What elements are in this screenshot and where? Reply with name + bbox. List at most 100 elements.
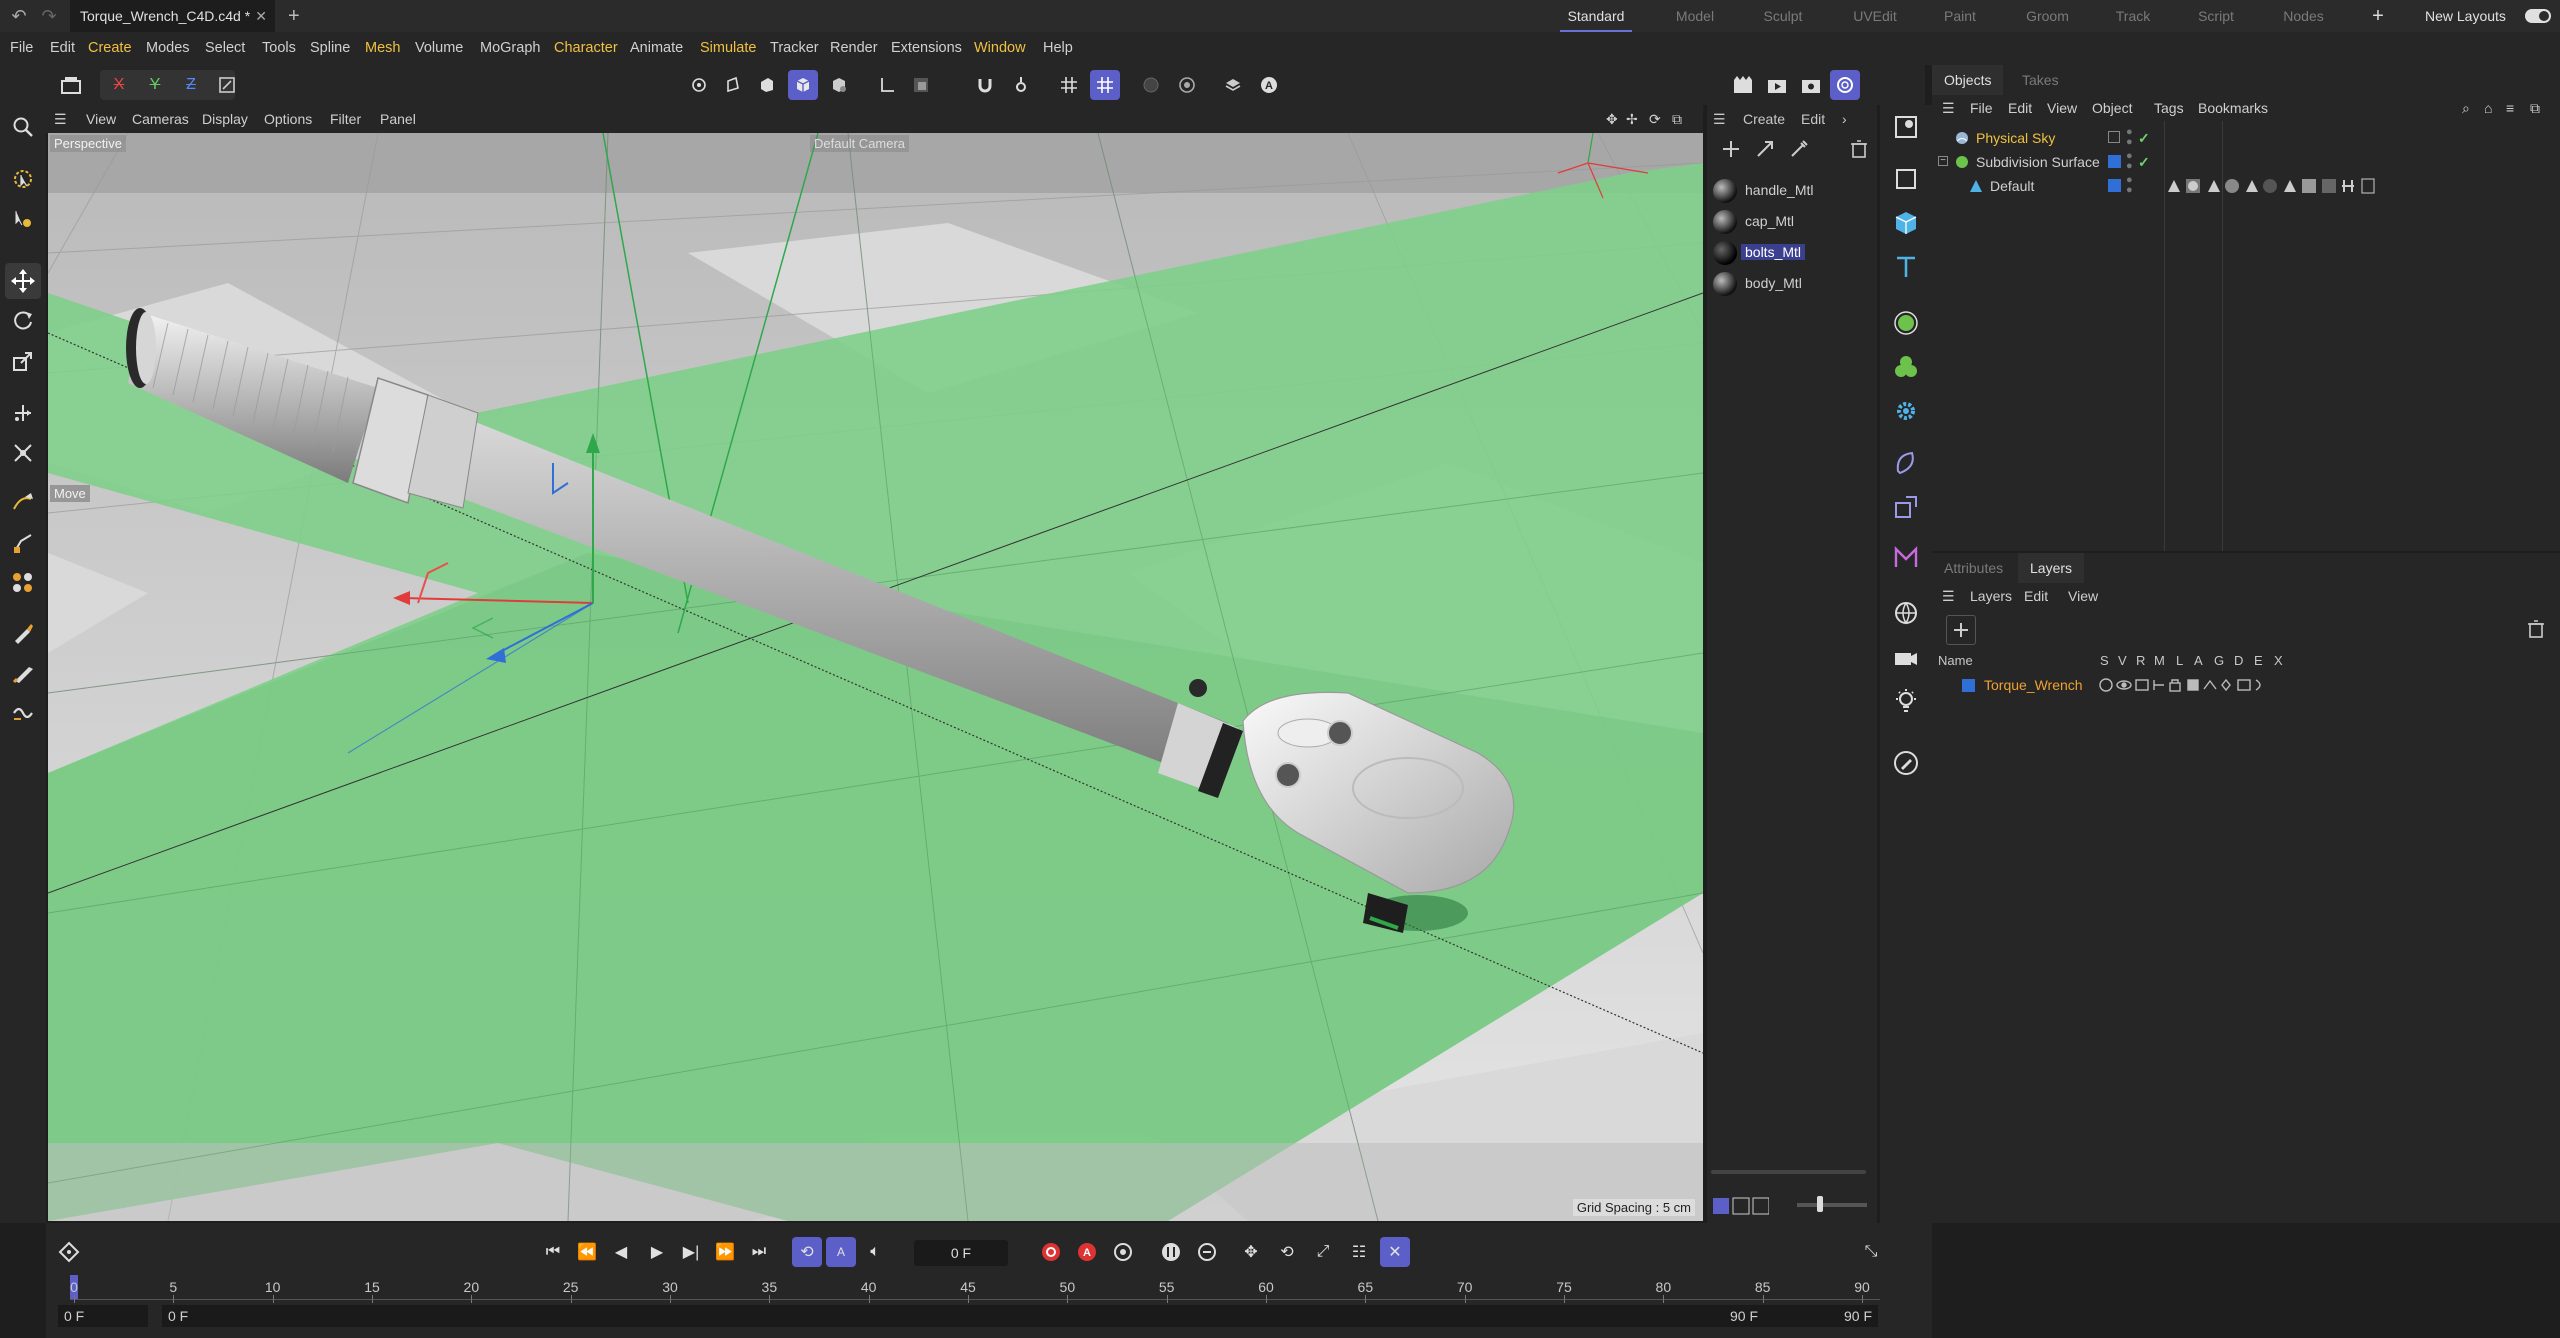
- character-icon[interactable]: [1888, 539, 1924, 575]
- layer-color-swatch[interactable]: [1962, 679, 1975, 692]
- generators-icon[interactable]: [5, 565, 41, 601]
- close-icon[interactable]: ✕: [255, 0, 267, 32]
- render-region-icon[interactable]: [1136, 70, 1166, 100]
- trash-icon[interactable]: [2526, 619, 2546, 639]
- dope-sheet-icon[interactable]: [1192, 1237, 1222, 1267]
- menu-modes[interactable]: Modes: [146, 32, 190, 65]
- enabled-check-icon[interactable]: ✓: [2138, 150, 2150, 174]
- sculpt-icon[interactable]: [5, 695, 41, 731]
- preview-range-end[interactable]: 90 F: [1730, 1305, 1758, 1327]
- object-hamburger-icon[interactable]: ☰: [1942, 95, 1955, 121]
- layer-swatch[interactable]: [2108, 155, 2121, 168]
- menu-mograph[interactable]: MoGraph: [480, 32, 540, 65]
- key-param-icon[interactable]: ☷: [1344, 1237, 1374, 1267]
- material-scrollbar[interactable]: [1711, 1170, 1866, 1174]
- z-axis-button[interactable]: Z: [176, 70, 206, 100]
- cube-object-icon[interactable]: [1888, 205, 1924, 241]
- menu-help[interactable]: Help: [1043, 32, 1073, 65]
- polygons-mode-icon[interactable]: [752, 70, 782, 100]
- axis-mode-icon[interactable]: [872, 70, 902, 100]
- text-object-icon[interactable]: [1888, 249, 1924, 285]
- object-menu-object[interactable]: Object: [2092, 95, 2132, 121]
- loop-icon[interactable]: ⟲: [792, 1237, 822, 1267]
- field-icon[interactable]: [1888, 489, 1924, 525]
- lod-icon[interactable]: [1172, 70, 1202, 100]
- layers-hamburger-icon[interactable]: ☰: [1942, 583, 1955, 609]
- effector-gear-icon[interactable]: [1888, 393, 1924, 429]
- scale-points-icon[interactable]: [5, 435, 41, 471]
- layout-tab-model[interactable]: Model: [1665, 0, 1725, 32]
- go-to-end-icon[interactable]: ⏭: [744, 1237, 774, 1267]
- layout-tab-script[interactable]: Script: [2190, 0, 2242, 32]
- add-layout-icon[interactable]: +: [2368, 0, 2388, 32]
- menu-extensions[interactable]: Extensions: [891, 32, 962, 65]
- sound-icon[interactable]: 🔈︎: [860, 1237, 890, 1267]
- cloner-icon[interactable]: [1888, 349, 1924, 385]
- object-menu-bookmarks[interactable]: Bookmarks: [2198, 95, 2268, 121]
- render-to-picture-viewer-icon[interactable]: [1762, 70, 1792, 100]
- play-icon[interactable]: ▶: [642, 1237, 672, 1267]
- object-row-subdivision-surface[interactable]: − Subdivision Surface ● ● ✓: [1932, 150, 2560, 174]
- menu-render[interactable]: Render: [830, 32, 878, 65]
- document-tab[interactable]: Torque_Wrench_C4D.c4d * ✕: [70, 0, 275, 32]
- rotate-tool-icon[interactable]: [5, 303, 41, 339]
- texture-mode-icon[interactable]: [824, 70, 854, 100]
- preview-range-start[interactable]: 0 F: [162, 1305, 1812, 1327]
- search-icon[interactable]: [5, 109, 41, 145]
- environment-icon[interactable]: [1888, 595, 1924, 631]
- knife-icon[interactable]: [5, 655, 41, 691]
- next-frame-icon[interactable]: ▶|: [676, 1237, 706, 1267]
- key-scale-icon[interactable]: ⤢: [1308, 1237, 1338, 1267]
- viewport-orbit-icon[interactable]: ⟳: [1649, 105, 1661, 133]
- camera-object-icon[interactable]: [1888, 109, 1924, 145]
- zoom-slider[interactable]: [1797, 1203, 1867, 1207]
- new-tab-icon[interactable]: +: [288, 5, 300, 28]
- layout-tab-uvedit[interactable]: UVEdit: [1840, 0, 1910, 32]
- visibility-dots[interactable]: ● ●: [2126, 151, 2133, 172]
- camera-icon[interactable]: [1888, 639, 1924, 675]
- viewport-pan-icon[interactable]: ✥: [1606, 105, 1618, 133]
- snap-settings-icon[interactable]: [1006, 70, 1036, 100]
- link-icon[interactable]: [1755, 139, 1775, 159]
- x-axis-button[interactable]: X: [104, 70, 134, 100]
- trash-icon[interactable]: [1849, 139, 1869, 159]
- menu-animate[interactable]: Animate: [630, 32, 683, 65]
- search-icon[interactable]: ⌕: [2462, 95, 2470, 121]
- workplane-icon[interactable]: [1090, 70, 1120, 100]
- snap-magnet-icon[interactable]: [970, 70, 1000, 100]
- go-to-start-icon[interactable]: ⏮: [538, 1237, 568, 1267]
- menu-create[interactable]: Create: [88, 32, 132, 65]
- chevron-right-icon[interactable]: ›: [1842, 105, 1847, 133]
- coordinate-system-icon[interactable]: [56, 70, 86, 100]
- layout-tab-nodes[interactable]: Nodes: [2276, 0, 2331, 32]
- motion-record-icon[interactable]: [1156, 1237, 1186, 1267]
- material-tags[interactable]: [2164, 176, 2424, 196]
- viewport-menu-filter[interactable]: Filter: [330, 105, 361, 133]
- 3d-viewport[interactable]: Perspective Default Camera Move Grid Spa…: [48, 133, 1703, 1221]
- menu-spline[interactable]: Spline: [310, 32, 350, 65]
- tab-takes[interactable]: Takes: [2010, 65, 2071, 95]
- current-frame-field[interactable]: 0 F: [914, 1240, 1008, 1266]
- home-icon[interactable]: ⌂: [2484, 95, 2492, 121]
- layer-swatch[interactable]: [2108, 179, 2121, 192]
- viewport-menu-panel[interactable]: Panel: [380, 105, 416, 133]
- material-item[interactable]: handle_Mtl: [1707, 175, 1877, 205]
- viewport-menu-view[interactable]: View: [86, 105, 116, 133]
- layers-menu-layers[interactable]: Layers: [1970, 583, 2012, 609]
- plane-object-icon[interactable]: [1888, 161, 1924, 197]
- menu-tools[interactable]: Tools: [262, 32, 296, 65]
- layer-swatch[interactable]: [2108, 131, 2120, 143]
- key-position-icon[interactable]: ✥: [1236, 1237, 1266, 1267]
- start-frame-field[interactable]: 0 F: [58, 1305, 148, 1327]
- object-menu-edit[interactable]: Edit: [2008, 95, 2032, 121]
- visibility-dots[interactable]: ● ●: [2126, 175, 2133, 196]
- end-frame-field[interactable]: 90 F: [1788, 1305, 1878, 1327]
- layout-tab-standard[interactable]: Standard: [1560, 0, 1632, 32]
- layer-row[interactable]: Torque_Wrench: [1932, 673, 2560, 697]
- undo-icon[interactable]: ↶: [8, 6, 30, 26]
- viewport-hamburger-icon[interactable]: ☰: [54, 105, 67, 133]
- tab-attributes[interactable]: Attributes: [1932, 553, 2015, 583]
- edges-mode-icon[interactable]: [718, 70, 748, 100]
- spline-pen-icon[interactable]: [5, 485, 41, 521]
- layers-menu-view[interactable]: View: [2068, 583, 2098, 609]
